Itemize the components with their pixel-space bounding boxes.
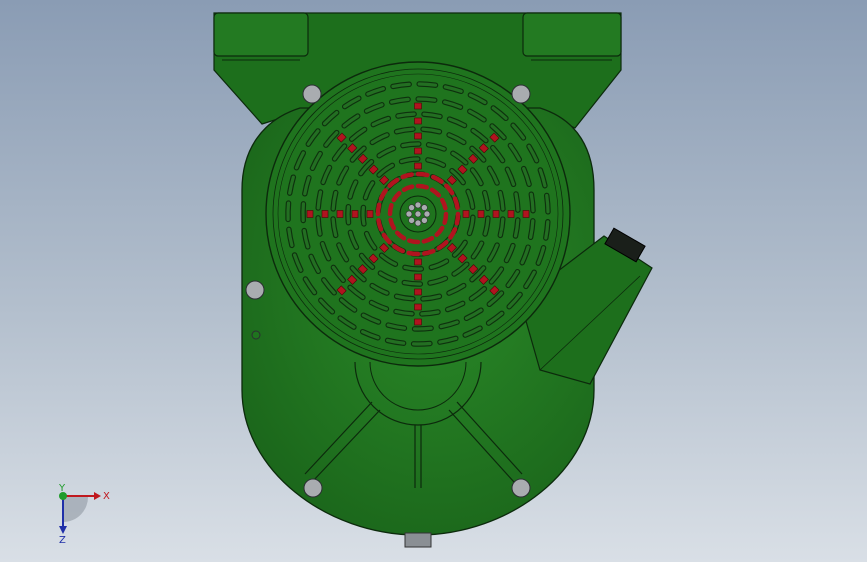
cad-viewport[interactable]: X Y Z [0, 0, 867, 562]
top-left-bracket [213, 12, 309, 57]
axis-triad: X Y Z [58, 483, 110, 544]
z-axis-label: Z [59, 535, 66, 544]
bottom-tab [404, 532, 432, 548]
bolt-left [245, 280, 265, 300]
bolt-top-left [302, 84, 322, 104]
cad-model[interactable] [0, 0, 867, 562]
bolt-bottom-left [303, 478, 323, 498]
grate-disc [265, 61, 571, 367]
bolt-bottom-right [511, 478, 531, 498]
x-axis-label: X [103, 491, 110, 502]
bolt-top-right [511, 84, 531, 104]
small-hole-left [251, 330, 261, 340]
y-axis-label: Y [58, 483, 66, 494]
top-right-bracket [522, 12, 622, 57]
